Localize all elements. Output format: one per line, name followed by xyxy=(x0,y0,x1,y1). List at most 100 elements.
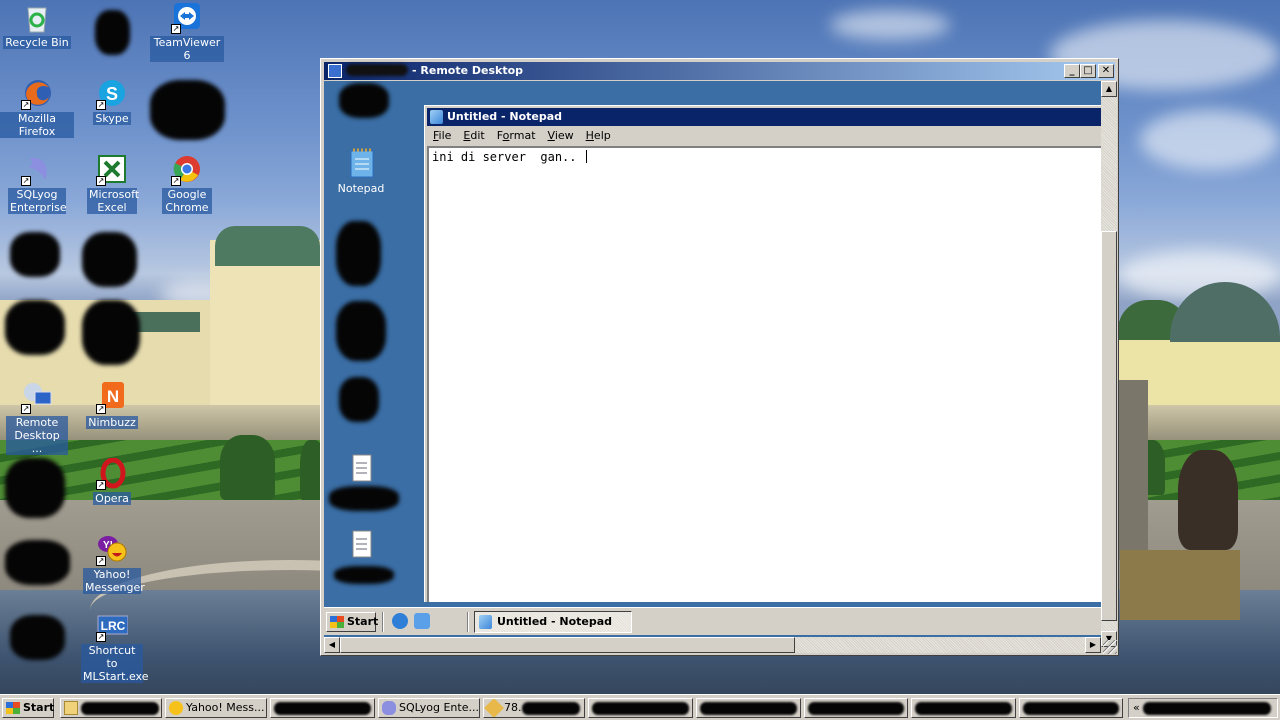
shortcut-arrow-icon: ↗ xyxy=(96,404,106,414)
remote-desktop-title-bar[interactable]: - Remote Desktop _ □ ✕ xyxy=(324,62,1115,80)
taskbar-item-redacted[interactable] xyxy=(696,698,801,718)
redacted-tray xyxy=(1143,702,1271,715)
svg-text:LRC: LRC xyxy=(101,619,126,633)
palace-roof xyxy=(215,226,320,266)
notepad-title-bar[interactable]: Untitled - Notepad xyxy=(427,108,1101,126)
notepad-icon xyxy=(479,615,492,629)
redacted-host-name xyxy=(346,64,408,76)
folder-icon xyxy=(64,701,78,715)
notepad-window[interactable]: Untitled - Notepad File Edit Format View… xyxy=(424,105,1101,625)
desktop-icon-chrome[interactable]: ↗ Google Chrome xyxy=(150,154,224,214)
taskbar-item-redacted[interactable] xyxy=(911,698,1016,718)
remote-icon-text-file[interactable] xyxy=(326,453,396,488)
redacted-icon xyxy=(10,615,65,660)
palace-tower xyxy=(210,240,320,420)
horizontal-scroll-thumb[interactable] xyxy=(340,637,795,653)
redacted-icon xyxy=(82,300,140,365)
start-button[interactable]: Start xyxy=(2,698,54,718)
cloud xyxy=(830,10,950,40)
taskbar-item-sqlyog[interactable]: SQLyog Ente... xyxy=(378,698,480,718)
desktop-icon-firefox[interactable]: ↗ Mozilla Firefox xyxy=(0,78,74,138)
shortcut-arrow-icon: ↗ xyxy=(96,100,106,110)
remote-icon-notepad[interactable]: Notepad xyxy=(326,147,396,195)
remote-task-notepad[interactable]: Untitled - Notepad xyxy=(474,611,632,633)
excel-icon: ↗ xyxy=(96,154,128,186)
system-tray: « xyxy=(1128,698,1278,718)
show-desktop-icon[interactable] xyxy=(414,613,430,629)
desktop-icon-recycle-bin[interactable]: Recycle Bin xyxy=(0,2,74,49)
fountain-base xyxy=(1120,550,1240,620)
notepad-menu-bar: File Edit Format View Help xyxy=(427,127,1101,146)
redacted-icon xyxy=(339,377,379,422)
maximize-button[interactable]: □ xyxy=(1080,64,1096,78)
separator xyxy=(382,612,384,632)
desktop-icon-skype[interactable]: S ↗ Skype xyxy=(75,78,149,125)
menu-edit[interactable]: Edit xyxy=(457,127,490,146)
tray-expand-button[interactable]: « xyxy=(1133,701,1140,714)
menu-format[interactable]: Format xyxy=(491,127,542,146)
resize-grip[interactable] xyxy=(1103,640,1117,654)
menu-help[interactable]: Help xyxy=(580,127,617,146)
desktop-icon-sqlyog[interactable]: ↗ SQLyog Enterprise xyxy=(0,154,74,214)
statue xyxy=(1178,450,1238,550)
taskbar-item-yahoo-messenger[interactable]: Yahoo! Mess... xyxy=(165,698,267,718)
shortcut-arrow-icon: ↗ xyxy=(96,556,106,566)
redacted-label xyxy=(274,702,371,715)
vertical-scrollbar[interactable]: ▲ ▼ xyxy=(1101,81,1117,647)
taskbar-item-folder[interactable] xyxy=(60,698,162,718)
redacted-label xyxy=(1023,702,1119,715)
taskbar-item-putty[interactable]: 78. xyxy=(483,698,585,718)
menu-file[interactable]: File xyxy=(427,127,457,146)
scroll-left-button[interactable]: ◀ xyxy=(324,637,340,653)
taskbar-item-redacted[interactable] xyxy=(270,698,375,718)
sqlyog-icon: ↗ xyxy=(21,154,53,186)
text-file-icon xyxy=(352,454,372,482)
minimize-button[interactable]: _ xyxy=(1064,64,1080,78)
nimbuzz-icon: N ↗ xyxy=(96,382,128,414)
remote-session-screen[interactable]: Notepad Untitled - Notepad File Edit For… xyxy=(324,81,1101,645)
redacted-icon xyxy=(336,221,381,286)
remote-icon-text-file[interactable] xyxy=(326,529,396,564)
text-caret xyxy=(585,150,587,163)
notepad-icon xyxy=(430,110,443,124)
chrome-icon: ↗ xyxy=(171,154,203,186)
opera-icon: ↗ xyxy=(96,457,128,490)
desktop-icon-remote-desktop[interactable]: ↗ Remote Desktop ... xyxy=(0,382,74,455)
redacted-icon xyxy=(95,10,130,55)
yahoo-messenger-icon: Y! ↗ xyxy=(96,534,128,566)
desktop-icon-teamviewer[interactable]: ↗ TeamViewer 6 xyxy=(150,2,224,62)
shortcut-arrow-icon: ↗ xyxy=(96,632,106,642)
svg-text:N: N xyxy=(107,387,119,406)
menu-view[interactable]: View xyxy=(542,127,580,146)
internet-explorer-icon[interactable] xyxy=(392,613,408,629)
redacted-icon xyxy=(336,301,386,361)
taskbar-item-redacted[interactable] xyxy=(1019,698,1123,718)
teamviewer-icon: ↗ xyxy=(171,2,203,34)
close-button[interactable]: ✕ xyxy=(1098,64,1114,78)
yahoo-icon xyxy=(169,701,183,715)
desktop-icon-opera[interactable]: ↗ Opera xyxy=(75,457,149,505)
redacted-icon xyxy=(82,232,137,287)
desktop-icon-nimbuzz[interactable]: N ↗ Nimbuzz xyxy=(75,382,149,429)
window-title: - Remote Desktop xyxy=(412,64,524,77)
redacted-icon xyxy=(150,80,225,140)
desktop-icon-yahoo-messenger[interactable]: Y! ↗ Yahoo! Messenger xyxy=(75,534,149,594)
scroll-up-button[interactable]: ▲ xyxy=(1101,81,1117,97)
shortcut-arrow-icon: ↗ xyxy=(96,176,106,186)
horizontal-scrollbar[interactable]: ◀ ▶ xyxy=(324,637,1101,653)
redacted-icon xyxy=(5,300,65,355)
taskbar-item-redacted[interactable] xyxy=(804,698,908,718)
scroll-right-button[interactable]: ▶ xyxy=(1085,637,1101,653)
redacted-label xyxy=(592,702,689,715)
vertical-scroll-thumb[interactable] xyxy=(1101,231,1117,621)
desktop-icon-excel[interactable]: ↗ Microsoft Excel xyxy=(75,154,149,214)
remote-start-button[interactable]: Start xyxy=(326,612,378,632)
remote-desktop-window[interactable]: - Remote Desktop _ □ ✕ Notepad Untitled … xyxy=(320,58,1119,656)
notepad-title: Untitled - Notepad xyxy=(447,110,563,123)
redacted-icon xyxy=(339,83,389,118)
notepad-text-area[interactable]: ini di server gan.. ◀ xyxy=(427,146,1101,622)
lrc-icon: LRC ↗ xyxy=(96,610,129,642)
taskbar-item-redacted[interactable] xyxy=(588,698,693,718)
putty-icon xyxy=(484,699,504,717)
desktop-icon-mlstart[interactable]: LRC ↗ Shortcut to MLStart.exe xyxy=(75,610,149,683)
